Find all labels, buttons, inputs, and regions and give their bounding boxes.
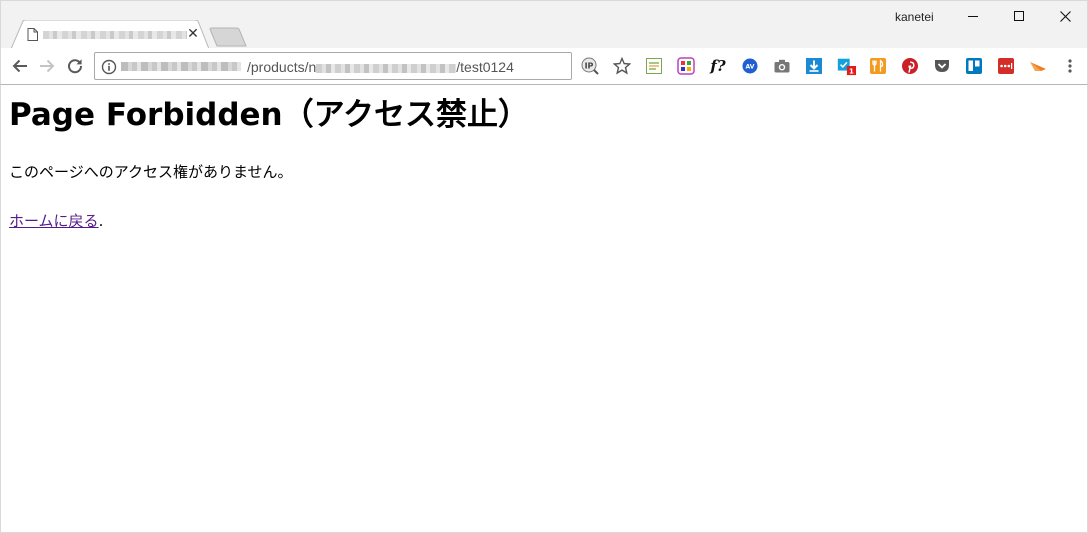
ip-lookup-icon: IP: [581, 57, 599, 75]
page-title: Page Forbidden（アクセス禁止）: [9, 97, 530, 133]
info-icon[interactable]: [101, 59, 117, 75]
trello-icon: [966, 58, 982, 74]
profile-name[interactable]: kanetei: [895, 9, 934, 25]
forward-button[interactable]: [36, 55, 58, 77]
pinterest-icon: [902, 58, 918, 74]
browser-title-bar: ✕ kanetei: [0, 0, 1088, 49]
home-link[interactable]: ホームに戻る: [9, 212, 99, 230]
download-extension[interactable]: [804, 56, 824, 76]
minimize-button[interactable]: [950, 1, 996, 31]
address-bar[interactable]: /products/n/test0124: [94, 52, 572, 80]
window-close-button[interactable]: [1042, 1, 1088, 31]
colorful-grid-icon: [677, 57, 695, 75]
checkbox-icon: 1: [837, 58, 856, 76]
formula-extension[interactable]: f?: [708, 56, 728, 76]
url-path: /products/n/test0124: [247, 58, 567, 76]
svg-text:f?: f?: [709, 57, 725, 75]
reload-button[interactable]: [64, 55, 86, 77]
pocket-extension[interactable]: [932, 56, 952, 76]
bookmark-button[interactable]: [612, 56, 632, 76]
maximize-icon: [1014, 11, 1024, 21]
minimize-icon: [968, 16, 978, 17]
screenshot-extension[interactable]: [772, 56, 792, 76]
camera-icon: [774, 59, 790, 73]
tab-title: [43, 31, 187, 39]
orange-extension[interactable]: [1028, 56, 1048, 76]
orange-slice-icon: [1030, 62, 1046, 71]
colorful-grid-extension[interactable]: [676, 56, 696, 76]
lastpass-icon: [998, 58, 1014, 74]
av-extension[interactable]: AV: [740, 56, 760, 76]
pocket-icon: [935, 60, 949, 72]
maximize-button[interactable]: [996, 1, 1042, 31]
formula-icon: f?: [709, 57, 725, 75]
home-line: ホームに戻る.: [9, 211, 1079, 231]
download-icon: [806, 58, 822, 74]
star-icon: [613, 57, 631, 75]
page-content: Page Forbidden（アクセス禁止） このページへのアクセス権がありませ…: [9, 96, 1079, 231]
url-path-initial: n: [308, 59, 317, 75]
close-icon: [1059, 10, 1071, 22]
url-host-redacted: [121, 62, 241, 71]
menu-icon: [1068, 59, 1072, 73]
ip-lookup-extension[interactable]: IP: [580, 56, 600, 76]
home-suffix: .: [98, 212, 104, 230]
rss-extension[interactable]: [644, 56, 664, 76]
reload-icon: [68, 59, 83, 74]
av-icon: AV: [742, 58, 758, 74]
browser-tab[interactable]: ✕: [11, 20, 209, 49]
pinterest-extension[interactable]: [900, 56, 920, 76]
svg-text:AV: AV: [746, 64, 755, 71]
browser-toolbar: /products/n/test0124 IP f? AV 1: [0, 48, 1088, 85]
url-path-prefix: /products/: [247, 59, 309, 75]
todo-extension[interactable]: 1: [836, 56, 856, 76]
browser-menu-button[interactable]: [1060, 56, 1080, 76]
new-tab-button[interactable]: [209, 27, 247, 47]
svg-text:IP: IP: [585, 62, 594, 71]
extension-badge: 1: [849, 67, 854, 76]
url-path-redacted: [316, 63, 457, 73]
arrow-left-icon: [12, 59, 27, 73]
page-icon: [27, 28, 38, 41]
rss-icon: [646, 58, 662, 74]
forbidden-message: このページへのアクセス権がありません。: [9, 163, 293, 181]
url-path-suffix: /test0124: [456, 59, 514, 75]
lastpass-extension[interactable]: [996, 56, 1016, 76]
fork-knife-icon: [870, 58, 886, 74]
back-button[interactable]: [9, 55, 31, 77]
tab-close-icon[interactable]: ✕: [185, 25, 201, 43]
restaurant-extension[interactable]: [868, 56, 888, 76]
arrow-right-icon: [40, 59, 55, 73]
trello-extension[interactable]: [964, 56, 984, 76]
